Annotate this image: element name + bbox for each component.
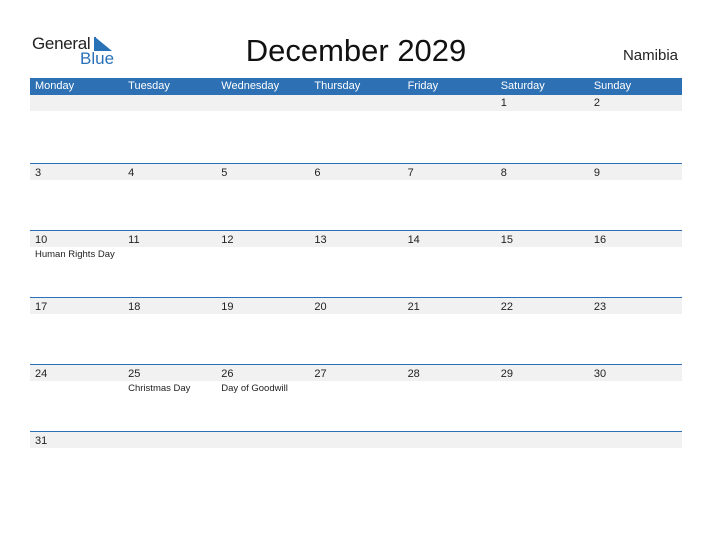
day-number: 23: [593, 301, 607, 313]
day-number: 15: [500, 234, 513, 246]
day-cell: [123, 431, 216, 491]
week-row: 10 Human Rights Day 11 12 13 14 15 16: [30, 230, 682, 297]
weekday-friday: Friday: [407, 80, 439, 92]
day-cell: 9: [589, 163, 682, 223]
weekday-saturday: Saturday: [500, 80, 545, 92]
day-number: 2: [593, 97, 600, 109]
day-number: 6: [314, 167, 321, 179]
day-cell: 20: [309, 297, 402, 357]
country-label: Namibia: [622, 47, 678, 64]
weekday-header: Monday Tuesday Wednesday Thursday Friday Satu…: [30, 78, 682, 95]
day-cell: [309, 95, 402, 155]
day-cell: [216, 95, 309, 155]
weekday-sunday: Sunday: [593, 80, 632, 92]
day-number: 28: [407, 368, 420, 380]
day-cell: 30: [589, 364, 682, 424]
day-cell: 3: [30, 163, 123, 223]
week-row: 17 18 19 20 21 22 23: [30, 297, 682, 364]
week-row: 24 25 Christmas Day 26 Day of Goodwill 27 28 29…: [30, 364, 682, 431]
weekday-monday: Monday: [35, 80, 75, 92]
day-cell: [309, 431, 402, 491]
day-cell: 2: [589, 95, 682, 155]
day-number: 20: [314, 301, 327, 313]
day-number: 17: [35, 301, 48, 313]
day-number: 24: [35, 368, 48, 380]
day-cell: [496, 431, 589, 491]
holiday-label: Human Rights Day: [35, 249, 115, 260]
week-row: 31: [30, 431, 682, 451]
day-cell: 8: [496, 163, 589, 223]
day-number: 8: [500, 167, 507, 179]
day-number: 18: [128, 301, 141, 313]
day-number: 11: [128, 234, 140, 246]
holiday-label: Christmas Day: [128, 383, 191, 394]
day-cell: 11: [123, 230, 216, 290]
day-number: 19: [221, 301, 234, 313]
day-number: 25: [128, 368, 141, 380]
weekday-thursday: Thursday: [314, 80, 361, 92]
day-cell: 25 Christmas Day: [123, 364, 216, 424]
day-number: 12: [221, 234, 234, 246]
day-number: 9: [593, 167, 600, 179]
day-cell: 23: [589, 297, 682, 357]
day-number: 27: [314, 368, 327, 380]
day-number: 10: [35, 234, 48, 246]
day-cell: [403, 431, 496, 491]
day-number: 4: [128, 167, 135, 179]
day-cell: 24: [30, 364, 123, 424]
day-number: 3: [35, 167, 42, 179]
day-number: 26: [221, 368, 234, 380]
day-cell: 19: [216, 297, 309, 357]
day-number: 21: [407, 301, 420, 313]
day-number: 14: [407, 234, 420, 246]
day-number: 5: [221, 167, 228, 179]
week-row: 12: [30, 95, 682, 163]
day-cell: 16: [589, 230, 682, 290]
week-row: 3 4 5 6 7 8 9: [30, 163, 682, 230]
day-cell: 22: [496, 297, 589, 357]
day-number: 22: [500, 301, 513, 313]
day-cell: 4: [123, 163, 216, 223]
day-cell: 17: [30, 297, 123, 357]
day-cell: [403, 95, 496, 155]
day-cell: 12: [216, 230, 309, 290]
day-number: 1: [500, 97, 507, 109]
day-cell: 21: [403, 297, 496, 357]
day-cell: [216, 431, 309, 491]
day-cell: 27: [309, 364, 402, 424]
day-number: 31: [35, 435, 48, 447]
day-number: 29: [500, 368, 513, 380]
day-cell: 31: [30, 431, 123, 491]
day-cell: 5: [216, 163, 309, 223]
day-cell: 26 Day of Goodwill: [216, 364, 309, 424]
calendar-title: December 2029: [245, 33, 467, 68]
day-cell: 13: [309, 230, 402, 290]
day-cell: 7: [403, 163, 496, 223]
day-cell: 1: [496, 95, 589, 155]
day-number: 13: [314, 234, 327, 246]
weekday-tuesday: Tuesday: [128, 80, 170, 92]
day-cell: [30, 95, 123, 155]
day-number: 7: [407, 167, 414, 179]
weekday-wednesday: Wednesday: [221, 80, 280, 92]
day-cell: [589, 431, 682, 491]
day-number: 30: [593, 368, 607, 380]
day-cell: 29: [496, 364, 589, 424]
day-cell: 28: [403, 364, 496, 424]
holiday-label: Day of Goodwill: [221, 383, 288, 394]
day-cell: 15: [496, 230, 589, 290]
day-cell: 10 Human Rights Day: [30, 230, 123, 290]
day-number: 16: [593, 234, 607, 246]
day-cell: 18: [123, 297, 216, 357]
day-cell: 6: [309, 163, 402, 223]
calendar-grid: Monday Tuesday Wednesday Thursday Friday Satu…: [30, 78, 682, 451]
day-cell: [123, 95, 216, 155]
day-cell: 14: [403, 230, 496, 290]
